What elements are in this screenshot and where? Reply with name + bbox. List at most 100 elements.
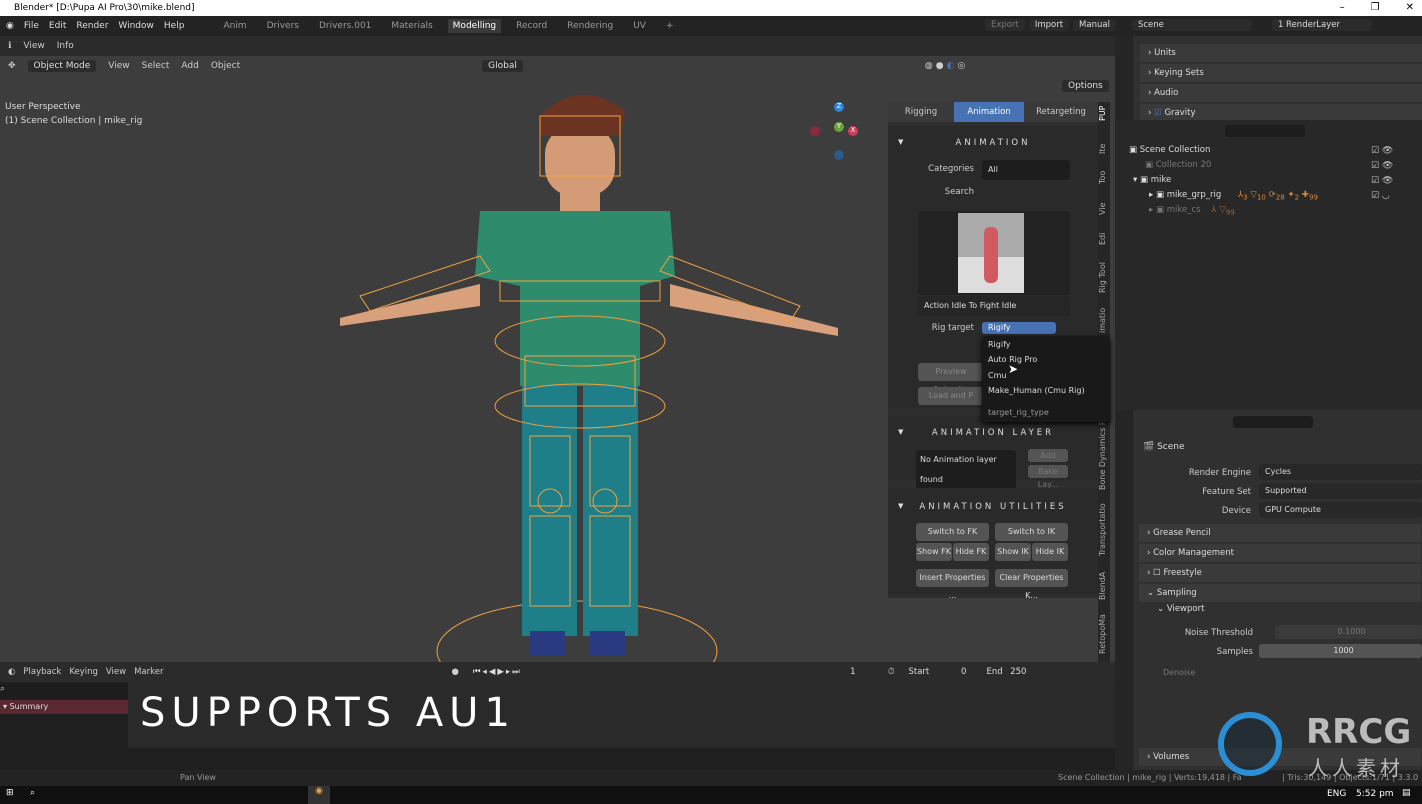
import-button[interactable]: Import (1028, 19, 1070, 31)
noise-threshold-field[interactable]: 0.1000 (1275, 625, 1422, 639)
action-name-field[interactable]: Action Idle To Fight Idle (918, 296, 1070, 316)
gizmo-z-axis[interactable]: Z (834, 102, 844, 112)
switch-to-fk-button[interactable]: Switch to FK (916, 523, 989, 541)
info-menu-info[interactable]: Info (57, 41, 74, 51)
tab-rigging[interactable]: Rigging (888, 102, 954, 122)
panel-audio[interactable]: › Audio (1140, 84, 1422, 102)
hide-ik-button[interactable]: Hide IK (1032, 543, 1068, 561)
samples-field[interactable]: 1000 (1259, 644, 1422, 658)
device-dropdown[interactable]: GPU Compute (1259, 502, 1422, 518)
workspace-tab-drivers-001[interactable]: Drivers.001 (314, 19, 376, 33)
viewport-menu-object[interactable]: Object (211, 61, 240, 71)
option-cmu[interactable]: Cmu (988, 371, 1006, 380)
navigation-gizmo[interactable]: Z Y X (808, 102, 858, 162)
outliner-search-input[interactable] (1225, 125, 1305, 137)
workspace-tab-anim[interactable]: Anim (218, 19, 251, 33)
subpanel-viewport[interactable]: ⌄ Viewport (1157, 604, 1204, 614)
panel-grease-pencil[interactable]: › Grease Pencil (1139, 524, 1421, 542)
info-menu-view[interactable]: View (23, 41, 44, 51)
panel-sampling[interactable]: ⌄ Sampling (1139, 584, 1421, 602)
timeline-search-input[interactable]: ⌕ (0, 684, 128, 698)
option-rigify[interactable]: Rigify (988, 340, 1011, 349)
start-button[interactable]: ⊞ (6, 788, 14, 798)
minimize-button[interactable]: – (1340, 0, 1345, 16)
start-frame-field[interactable]: Start 0 (902, 666, 973, 678)
add-layer-button[interactable]: Add Layer (1028, 449, 1068, 473)
info-editor-type-icon[interactable]: ℹ (8, 41, 11, 51)
search-icon[interactable]: ⌕ (30, 788, 35, 798)
hide-fk-button[interactable]: Hide FK (953, 543, 989, 561)
workspace-tab-modelling[interactable]: Modelling (447, 19, 502, 33)
blender-logo-icon[interactable]: ◉ (6, 21, 14, 31)
tab-retargeting[interactable]: Retargeting (1024, 102, 1098, 122)
workspace-tab-materials[interactable]: Materials (386, 19, 437, 33)
sidebar-tab-animation[interactable]: imatio (1098, 302, 1110, 338)
scene-selector[interactable]: Scene (1131, 19, 1252, 31)
sidebar-tab-item[interactable]: Ite (1098, 138, 1110, 160)
sidebar-tab-rig-tool[interactable]: Rig Tool (1098, 258, 1110, 298)
summary-channel[interactable]: ▾ Summary (0, 700, 128, 714)
sidebar-tab-transportation[interactable]: Transportatio (1098, 502, 1110, 558)
mode-selector[interactable]: Object Mode (27, 60, 97, 72)
load-and-play-button[interactable]: Load and P (918, 387, 984, 405)
viewport-menu-select[interactable]: Select (142, 61, 170, 71)
timeline-menu-playback[interactable]: Playback (23, 667, 61, 677)
switch-to-ik-button[interactable]: Switch to IK (995, 523, 1068, 541)
timeline-editor-type-icon[interactable]: ◐ (8, 667, 15, 677)
workspace-tab-drivers[interactable]: Drivers (262, 19, 304, 33)
shading-buttons[interactable]: ◍ ● ◐ ◎ (925, 61, 965, 71)
render-layer-selector[interactable]: 1 RenderLayer (1271, 19, 1372, 31)
animation-preview-thumbnail[interactable] (918, 211, 1070, 295)
categories-dropdown[interactable]: All (982, 160, 1070, 180)
notifications-icon[interactable]: ▤ (1402, 788, 1411, 798)
viewport-menu-add[interactable]: Add (181, 61, 198, 71)
option-make-human[interactable]: Make_Human (Cmu Rig) (988, 386, 1085, 395)
workspace-tab-rendering[interactable]: Rendering (562, 19, 618, 33)
playback-controls[interactable]: ⏮◂◀▶▸⏭ (466, 666, 528, 678)
timeline-menu-keying[interactable]: Keying (69, 667, 98, 677)
stopwatch-icon[interactable]: ⏱ (888, 667, 895, 677)
sidebar-tab-pup[interactable]: PUP (1098, 102, 1110, 124)
gizmo-neg-z[interactable] (834, 150, 844, 160)
close-button[interactable]: ✕ (1406, 0, 1414, 16)
menu-help[interactable]: Help (164, 21, 185, 31)
editor-type-icon[interactable]: ✥ (8, 61, 16, 71)
viewport-options-button[interactable]: Options (1062, 80, 1109, 92)
workspace-tab-uv[interactable]: UV (628, 19, 651, 33)
menu-render[interactable]: Render (76, 21, 108, 31)
language-indicator[interactable]: ENG (1327, 789, 1346, 799)
panel-denoise[interactable]: Denoise (1163, 668, 1195, 677)
clock[interactable]: 5:52 pm (1356, 789, 1394, 799)
panel-freestyle[interactable]: › ☐ Freestyle (1139, 564, 1421, 582)
gizmo-x-axis[interactable]: X (848, 126, 858, 136)
visibility-toggles[interactable]: ☑ 👁 ☑ 👁 ☑ 👁 ☑ ◡ (1371, 144, 1393, 204)
menu-file[interactable]: File (24, 21, 39, 31)
sidebar-tab-tool[interactable]: Too (1098, 164, 1110, 190)
feature-set-dropdown[interactable]: Supported (1259, 483, 1422, 499)
preview-animation-button[interactable]: Preview Animatio (918, 363, 984, 394)
sidebar-tab-blenda[interactable]: BlendA (1098, 568, 1110, 604)
show-fk-button[interactable]: Show FK (916, 543, 952, 561)
viewport-menu-view[interactable]: View (108, 61, 129, 71)
properties-search-input[interactable] (1233, 416, 1313, 428)
menu-edit[interactable]: Edit (49, 21, 66, 31)
timeline-menu-view[interactable]: View (106, 667, 126, 677)
manual-button[interactable]: Manual (1073, 19, 1116, 31)
transform-orientation-selector[interactable]: Global (482, 60, 523, 72)
workspace-tab-record[interactable]: Record (511, 19, 552, 33)
tab-animation[interactable]: Animation (954, 102, 1024, 122)
panel-color-management[interactable]: › Color Management (1139, 544, 1421, 562)
timeline-menu-marker[interactable]: Marker (134, 667, 163, 677)
gizmo-y-axis[interactable]: Y (834, 122, 844, 132)
export-button[interactable]: Export (985, 19, 1025, 31)
panel-units[interactable]: › Units (1140, 44, 1422, 62)
insert-properties-button[interactable]: Insert Properties ... (916, 569, 989, 600)
rig-target-dropdown[interactable]: Rigify (982, 322, 1056, 334)
end-frame-field[interactable]: End 250 (980, 666, 1033, 678)
record-button[interactable]: ● (451, 667, 458, 677)
panel-keying-sets[interactable]: › Keying Sets (1140, 64, 1422, 82)
current-frame-field[interactable]: 1 (825, 666, 880, 678)
menu-window[interactable]: Window (118, 21, 154, 31)
add-workspace-button[interactable]: + (661, 19, 679, 33)
sidebar-tab-retopoma[interactable]: RetopoMa (1098, 612, 1110, 656)
